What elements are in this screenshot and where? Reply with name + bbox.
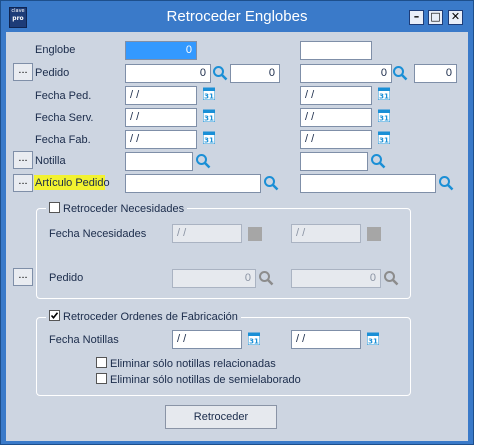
search-disabled-icon: [384, 271, 399, 286]
necesidades-title-text: Retroceder Necesidades: [63, 203, 185, 215]
fecha-notillas-from-input[interactable]: / /: [172, 330, 242, 349]
fecha-fab-to-input[interactable]: / /: [300, 130, 372, 149]
fecha-ped-label: Fecha Ped.: [35, 90, 92, 102]
necesidades-pedido-label: Pedido: [49, 272, 84, 284]
retroceder-necesidades-checkbox[interactable]: [49, 202, 60, 213]
notilla-from-input[interactable]: [125, 152, 193, 171]
notilla-lookup-button[interactable]: ...: [13, 151, 33, 169]
fecha-ped-from-input[interactable]: / /: [125, 86, 197, 105]
fecha-necesidades-from-input[interactable]: / /: [172, 224, 242, 243]
retroceder-ordenes-checkbox[interactable]: [49, 310, 60, 321]
calendar-day: 31: [379, 93, 389, 101]
fecha-necesidades-label: Fecha Necesidades: [49, 228, 147, 240]
notilla-to-input[interactable]: [300, 152, 368, 171]
articulo-pedido-label: Artículo Pedido: [35, 177, 110, 189]
pedido-from-line-input[interactable]: 0: [230, 64, 280, 83]
search-icon[interactable]: [370, 153, 386, 169]
search-icon[interactable]: [212, 65, 228, 81]
calendar-day: 31: [368, 338, 378, 346]
ordenes-title-text: Retroceder Ordenes de Fabricación: [63, 311, 238, 323]
pedido-to-line-input[interactable]: 0: [414, 64, 457, 83]
englobe-to-input[interactable]: [300, 41, 372, 60]
calendar-day: 31: [204, 137, 214, 145]
fecha-notillas-to-input[interactable]: / /: [291, 330, 361, 349]
close-button[interactable]: ✕: [448, 10, 463, 25]
option-semielaborado-text: Eliminar sólo notillas de semielaborado: [110, 374, 301, 386]
option-semielaborado[interactable]: Eliminar sólo notillas de semielaborado: [96, 373, 301, 386]
calendar-day: 31: [204, 93, 214, 101]
calendar-icon[interactable]: 31: [203, 109, 215, 122]
articulo-from-input[interactable]: [125, 174, 261, 193]
search-icon[interactable]: [195, 153, 211, 169]
calendar-icon[interactable]: 31: [367, 332, 379, 345]
option-relacionadas-text: Eliminar sólo notillas relacionadas: [110, 358, 276, 370]
eliminar-semielaborado-checkbox[interactable]: [96, 373, 107, 384]
fecha-notillas-label: Fecha Notillas: [49, 334, 119, 346]
calendar-icon[interactable]: 31: [378, 109, 390, 122]
fecha-ped-to-input[interactable]: / /: [300, 86, 372, 105]
retroceder-button[interactable]: Retroceder: [165, 405, 277, 429]
calendar-icon[interactable]: 31: [248, 332, 260, 345]
fecha-fab-label: Fecha Fab.: [35, 134, 91, 146]
calendar-icon[interactable]: 31: [203, 87, 215, 100]
articulo-to-input[interactable]: [300, 174, 436, 193]
search-icon[interactable]: [392, 65, 408, 81]
englobe-from-input[interactable]: 0: [125, 41, 197, 60]
calendar-icon[interactable]: 31: [378, 131, 390, 144]
window-title: Retroceder Englobes: [166, 8, 308, 25]
title-bar[interactable]: clave pro Retroceder Englobes – □ ✕: [2, 2, 472, 32]
calendar-day: 31: [249, 338, 259, 346]
notilla-label: Notilla: [35, 155, 66, 167]
calendar-day: 31: [204, 115, 214, 123]
calendar-day: 31: [379, 115, 389, 123]
necesidades-pedido-from-input[interactable]: 0: [172, 269, 256, 288]
calendar-icon[interactable]: 31: [378, 87, 390, 100]
pedido-from-input[interactable]: 0: [125, 64, 211, 83]
fecha-fab-from-input[interactable]: / /: [125, 130, 197, 149]
fecha-serv-to-input[interactable]: / /: [300, 108, 372, 127]
necesidades-pedido-lookup-button[interactable]: ...: [13, 268, 33, 286]
minimize-button[interactable]: –: [409, 10, 424, 25]
checkmark-icon: [50, 312, 59, 320]
pedido-to-input[interactable]: 0: [300, 64, 392, 83]
dialog-window: clave pro Retroceder Englobes – □ ✕ Engl…: [0, 0, 474, 445]
calendar-disabled-icon: [248, 227, 262, 241]
ordenes-group-title[interactable]: Retroceder Ordenes de Fabricación: [46, 310, 241, 323]
pedido-lookup-button[interactable]: ...: [13, 63, 33, 81]
search-icon[interactable]: [438, 175, 454, 191]
maximize-button[interactable]: □: [428, 10, 443, 25]
search-disabled-icon: [259, 271, 274, 286]
fecha-serv-label: Fecha Serv.: [35, 112, 94, 124]
eliminar-relacionadas-checkbox[interactable]: [96, 357, 107, 368]
calendar-icon[interactable]: 31: [203, 131, 215, 144]
search-icon[interactable]: [263, 175, 279, 191]
fecha-necesidades-to-input[interactable]: / /: [291, 224, 361, 243]
englobe-label: Englobe: [35, 44, 76, 56]
necesidades-pedido-to-input[interactable]: 0: [291, 269, 381, 288]
dialog-body: Englobe 0 ... Pedido 0 0 0 0 Fecha Ped. …: [6, 32, 468, 441]
pedido-label: Pedido: [35, 67, 70, 79]
necesidades-group-title[interactable]: Retroceder Necesidades: [46, 202, 188, 215]
option-relacionadas[interactable]: Eliminar sólo notillas relacionadas: [96, 357, 276, 370]
articulo-lookup-button[interactable]: ...: [13, 174, 33, 192]
calendar-disabled-icon: [367, 227, 381, 241]
fecha-serv-from-input[interactable]: / /: [125, 108, 197, 127]
calendar-day: 31: [379, 137, 389, 145]
